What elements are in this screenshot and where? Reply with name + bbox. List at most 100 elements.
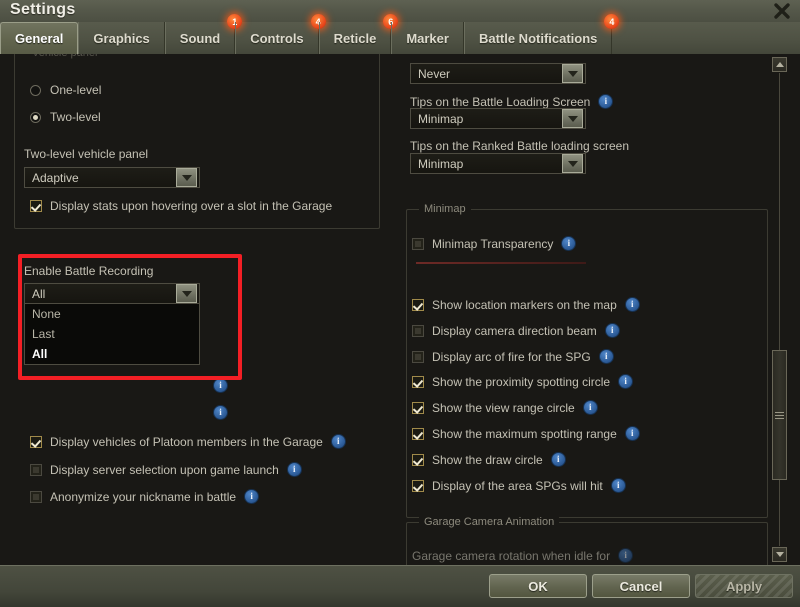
- vertical-scrollbar[interactable]: [770, 57, 788, 562]
- checkbox-minimap-transparency[interactable]: Minimap Transparency i: [412, 236, 577, 251]
- chevron-down-icon: [176, 168, 197, 187]
- scrollbar-thumb[interactable]: [772, 350, 787, 480]
- checkbox-display-camera-beam[interactable]: Display camera direction beam i: [412, 323, 620, 338]
- radio-one-level[interactable]: One-level: [30, 83, 101, 97]
- tab-label: Sound: [179, 30, 221, 46]
- chevron-down-icon: [562, 109, 583, 128]
- tips-battle-loading-row: Tips on the Battle Loading Screen i: [410, 94, 614, 109]
- checkbox-indicator: [412, 375, 424, 388]
- tab-label: General: [15, 31, 64, 46]
- checkbox-indicator: [412, 427, 424, 440]
- close-icon[interactable]: [772, 2, 792, 20]
- tab-reticle[interactable]: Reticle 6: [318, 14, 399, 54]
- page-title: Settings: [10, 1, 76, 18]
- info-icon[interactable]: i: [582, 400, 598, 415]
- info-icon[interactable]: i: [330, 434, 346, 449]
- checkbox-label: Display of the area SPGs will hit: [432, 478, 603, 493]
- tab-label: Reticle: [333, 30, 377, 46]
- cancel-button-label: Cancel: [619, 578, 663, 594]
- two-level-vehicle-panel-dropdown[interactable]: Adaptive: [24, 167, 200, 188]
- dropdown-value: Minimap: [418, 156, 464, 171]
- dropdown-option-none[interactable]: None: [25, 304, 199, 324]
- checkbox-indicator: [412, 237, 424, 250]
- info-icon[interactable]: i: [561, 236, 577, 251]
- radio-two-level[interactable]: Two-level: [30, 110, 101, 124]
- scrollbar-grip-icon: [775, 411, 784, 419]
- checkbox-label: Display camera direction beam: [432, 323, 597, 338]
- checkbox-display-platoon-vehicles[interactable]: Display vehicles of Platoon members in t…: [30, 434, 346, 449]
- dialog-footer: OK Cancel Apply: [0, 565, 800, 607]
- enable-battle-recording-label: Enable Battle Recording: [24, 264, 154, 278]
- checkbox-view-range-circle[interactable]: Show the view range circle i: [412, 400, 598, 415]
- radio-indicator: [30, 111, 41, 123]
- cancel-button[interactable]: Cancel: [592, 574, 690, 598]
- tips-top-dropdown[interactable]: Never: [410, 63, 586, 84]
- tab-battle-notifications[interactable]: Battle Notifications 4: [463, 14, 620, 54]
- checkbox-anonymize-nickname[interactable]: Anonymize your nickname in battle i: [30, 489, 260, 504]
- garage-camera-rotation-row: Garage camera rotation when idle for i: [412, 548, 634, 563]
- checkbox-show-location-markers[interactable]: Show location markers on the map i: [412, 297, 640, 312]
- tab-general[interactable]: General: [0, 22, 79, 54]
- checkbox-area-spgs-will-hit[interactable]: Display of the area SPGs will hit i: [412, 478, 626, 493]
- info-icon[interactable]: i: [610, 478, 626, 493]
- checkbox-label: Display arc of fire for the SPG: [432, 349, 591, 364]
- tab-marker[interactable]: Marker: [391, 22, 464, 54]
- checkbox-display-stats-hover[interactable]: Display stats upon hovering over a slot …: [30, 199, 332, 213]
- ok-button-label: OK: [528, 578, 548, 594]
- chevron-down-icon: [562, 154, 583, 173]
- info-icon[interactable]: i: [618, 374, 634, 389]
- dropdown-value: All: [32, 286, 46, 301]
- settings-window: Settings General Graphics Sound 1 Contro…: [0, 0, 800, 607]
- battle-recording-dropdown[interactable]: All: [24, 283, 200, 304]
- checkbox-indicator: [412, 298, 424, 311]
- vehicle-panel-group-label: Vehicle panel: [27, 54, 103, 59]
- minimap-transparency-slider[interactable]: [416, 262, 586, 264]
- checkbox-maximum-spotting-range[interactable]: Show the maximum spotting range i: [412, 426, 640, 441]
- checkbox-indicator: [412, 324, 424, 337]
- checkbox-draw-circle[interactable]: Show the draw circle i: [412, 452, 566, 467]
- checkbox-indicator: [412, 401, 424, 414]
- tab-label: Battle Notifications: [478, 30, 598, 46]
- info-icon[interactable]: i: [550, 452, 566, 467]
- dropdown-option-all[interactable]: All: [25, 344, 199, 364]
- info-icon[interactable]: i: [624, 426, 640, 441]
- checkbox-indicator: [30, 490, 42, 503]
- garage-camera-animation-group-label: Garage Camera Animation: [419, 516, 560, 528]
- checkbox-indicator: [30, 463, 42, 476]
- tab-controls[interactable]: Controls 4: [235, 14, 326, 54]
- tips-battle-loading-label: Tips on the Battle Loading Screen: [410, 94, 591, 109]
- chevron-up-icon[interactable]: [772, 57, 787, 72]
- info-icon[interactable]: i: [598, 349, 614, 364]
- tips-ranked-loading-dropdown[interactable]: Minimap: [410, 153, 586, 174]
- tips-battle-loading-dropdown[interactable]: Minimap: [410, 108, 586, 129]
- settings-scroll-viewport: Vehicle panel One-level Two-level Two-le…: [0, 54, 800, 565]
- checkbox-label: Show the draw circle: [432, 452, 543, 467]
- ok-button[interactable]: OK: [489, 574, 587, 598]
- info-icon[interactable]: i: [598, 94, 614, 109]
- info-icon[interactable]: i: [213, 378, 228, 393]
- info-icon[interactable]: i: [286, 462, 302, 477]
- checkbox-display-arc-of-fire-spg[interactable]: Display arc of fire for the SPG i: [412, 349, 614, 364]
- tab-sound[interactable]: Sound 1: [164, 14, 243, 54]
- info-icon[interactable]: i: [604, 323, 620, 338]
- checkbox-label: Minimap Transparency: [432, 236, 554, 251]
- apply-button[interactable]: Apply: [695, 574, 793, 598]
- tab-graphics[interactable]: Graphics: [78, 22, 165, 54]
- battle-recording-dropdown-list: None Last All: [24, 304, 200, 365]
- dropdown-value: Adaptive: [32, 170, 79, 185]
- info-icon[interactable]: i: [213, 405, 228, 420]
- tips-ranked-loading-label: Tips on the Ranked Battle loading screen: [410, 139, 630, 153]
- chevron-down-icon[interactable]: [772, 547, 787, 562]
- info-icon[interactable]: i: [624, 297, 640, 312]
- info-icon[interactable]: i: [244, 489, 260, 504]
- dropdown-option-last[interactable]: Last: [25, 324, 199, 344]
- two-level-vehicle-panel-label: Two-level vehicle panel: [24, 147, 149, 161]
- checkbox-label: Display vehicles of Platoon members in t…: [50, 434, 323, 449]
- info-icon[interactable]: i: [618, 548, 634, 563]
- checkbox-display-server-selection[interactable]: Display server selection upon game launc…: [30, 462, 302, 477]
- chevron-down-icon: [562, 64, 583, 83]
- checkbox-indicator: [412, 453, 424, 466]
- checkbox-proximity-spotting-circle[interactable]: Show the proximity spotting circle i: [412, 374, 634, 389]
- minimap-group-label: Minimap: [419, 203, 471, 215]
- window-title-bar: Settings: [0, 0, 800, 22]
